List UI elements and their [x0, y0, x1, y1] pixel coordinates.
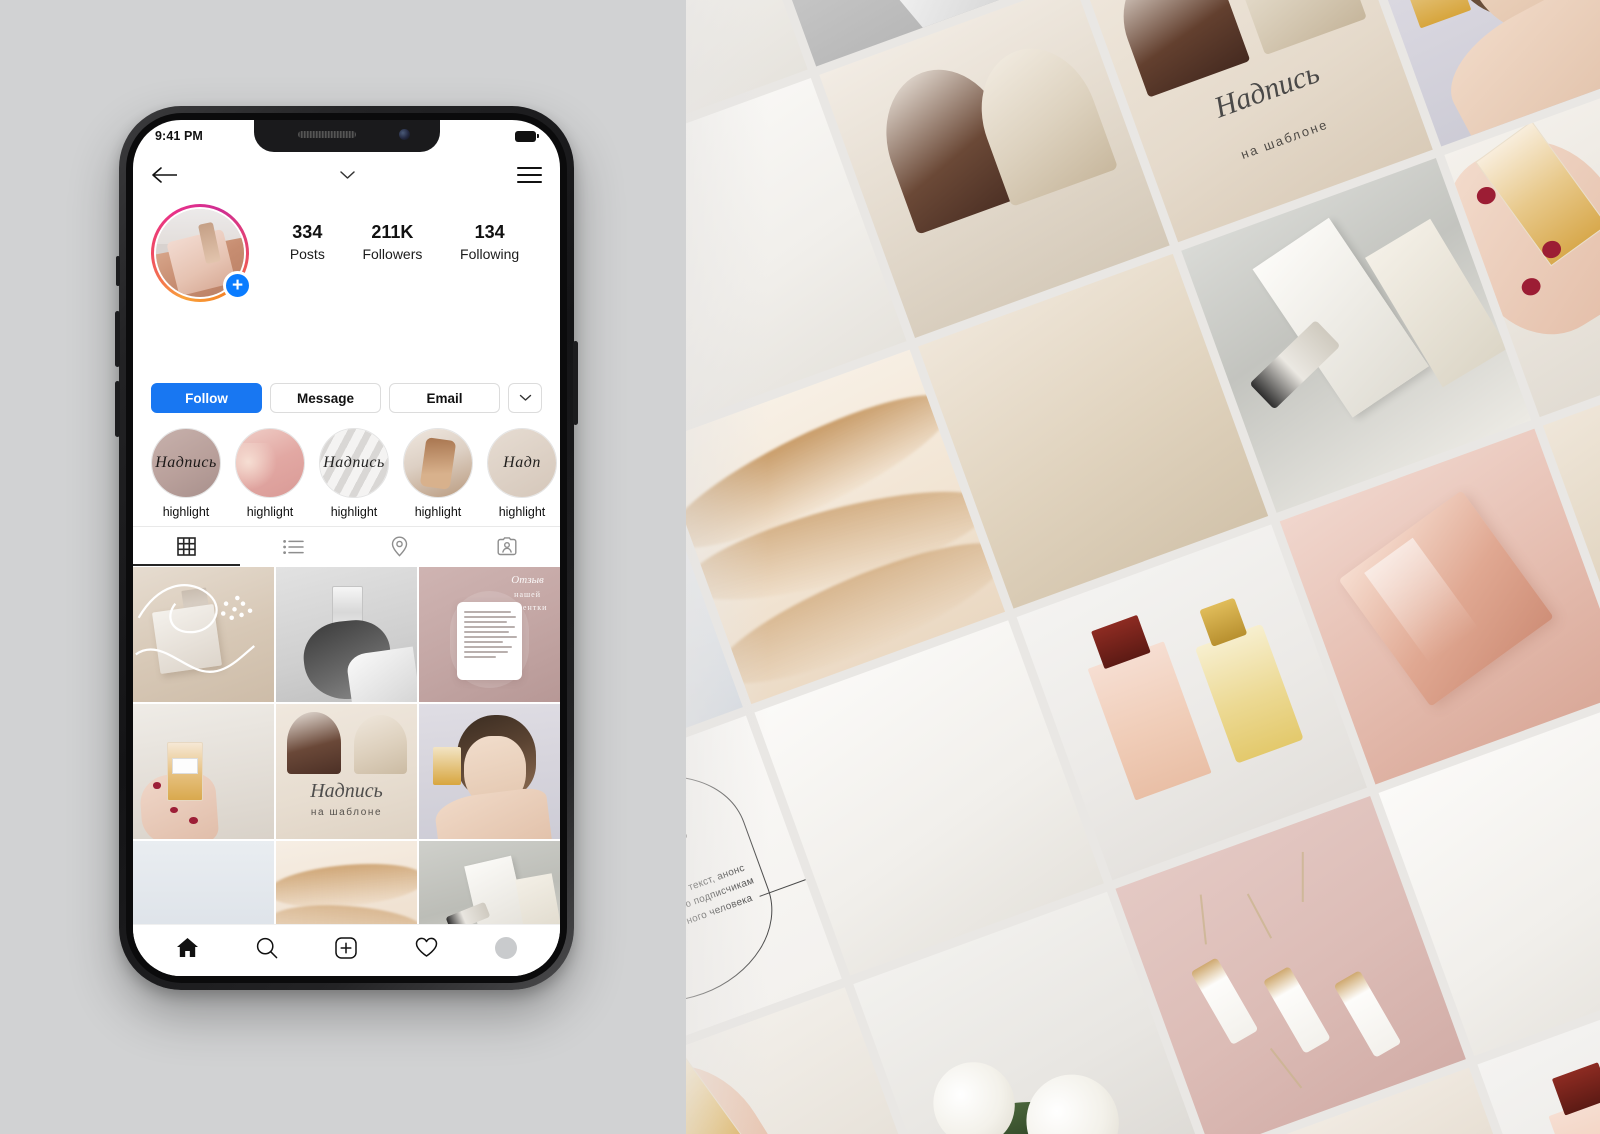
grid-post-title: Надпись [310, 779, 383, 802]
home-icon [176, 938, 198, 957]
grid-post-title: Отзыв [511, 573, 544, 586]
highlight-script-text: Надп [503, 454, 541, 471]
grid-post[interactable]: Надпись на шаблоне [276, 704, 417, 839]
heart-icon [415, 937, 438, 957]
phone-mockup-panel: 9:41 PM + 334 Posts 211K Followers 134 F… [0, 0, 686, 1134]
highlight-label: highlight [414, 505, 462, 519]
phone-notch [253, 120, 440, 152]
hamburger-menu-icon[interactable] [517, 167, 542, 183]
nav-search[interactable] [256, 937, 278, 959]
grid-post[interactable] [133, 567, 274, 702]
highlight-cover [403, 428, 473, 498]
chevron-down-icon[interactable] [339, 170, 356, 180]
highlight-label: highlight [498, 505, 546, 519]
profile-action-buttons: Follow Message Email [133, 383, 560, 413]
stat-following-label: Following [460, 245, 520, 262]
phone-screen: 9:41 PM + 334 Posts 211K Followers 134 F… [133, 120, 560, 976]
highlight-item[interactable]: highlight [235, 428, 305, 519]
volume-up-button[interactable] [115, 311, 120, 367]
nav-create[interactable] [335, 936, 358, 959]
stat-following[interactable]: 134 Following [460, 222, 519, 262]
stat-posts[interactable]: 334 Posts [290, 222, 325, 262]
power-button[interactable] [573, 341, 578, 425]
highlight-item[interactable]: Надпись highlight [319, 428, 389, 519]
profile-stats: 334 Posts 211K Followers 134 Following [249, 204, 542, 262]
tab-location[interactable] [347, 527, 454, 566]
more-options-button[interactable] [508, 383, 542, 413]
highlight-item[interactable]: highlight [403, 428, 473, 519]
highlight-item[interactable]: Надпись highlight [151, 428, 221, 519]
tab-list[interactable] [240, 527, 347, 566]
story-highlights: Надпись highlight highlight Надпись high… [133, 428, 560, 519]
tagged-person-icon [497, 537, 517, 556]
earpiece-speaker-icon [297, 131, 356, 138]
front-camera-icon [398, 129, 410, 140]
grid-post[interactable] [276, 841, 417, 924]
stat-followers-label: Followers [362, 245, 423, 262]
line-doodle-icon [135, 584, 255, 673]
highlight-cover [235, 428, 305, 498]
add-story-button[interactable]: + [223, 271, 252, 300]
highlight-cover: Надп [487, 428, 557, 498]
nav-profile[interactable] [495, 936, 518, 959]
highlight-script-text: Надпись [155, 454, 217, 471]
email-button[interactable]: Email [389, 383, 500, 413]
rotated-image-collage: Отзыв нашей клиентки Надпись н [686, 0, 1600, 1134]
highlight-label: highlight [162, 505, 210, 519]
collage-panel: Отзыв нашей клиентки Надпись н [686, 0, 1600, 1134]
status-indicators [515, 130, 539, 142]
tab-grid[interactable] [133, 527, 240, 566]
silent-switch[interactable] [116, 256, 120, 286]
follow-button[interactable]: Follow [151, 383, 262, 413]
highlight-label: highlight [330, 505, 378, 519]
grid-post[interactable]: Отзыв нашей клиентки [419, 567, 560, 702]
list-icon [282, 539, 304, 554]
battery-full-icon [515, 130, 539, 142]
message-button[interactable]: Message [270, 383, 381, 413]
highlight-item[interactable]: Надп highlight [487, 428, 557, 519]
bottom-navigation [133, 924, 560, 976]
nav-home[interactable] [176, 937, 199, 958]
stat-posts-value: 334 [292, 222, 323, 242]
app-header [133, 152, 560, 198]
status-time: 9:41 PM [155, 129, 203, 143]
testimonial-card [457, 602, 522, 681]
grid-icon [177, 537, 196, 556]
phone-device: 9:41 PM + 334 Posts 211K Followers 134 F… [115, 106, 578, 990]
profile-photo-grid: Отзыв нашей клиентки Надпись на шаблоне [133, 567, 560, 924]
highlight-script-text: Надпись [323, 454, 385, 471]
grid-post[interactable] [419, 704, 560, 839]
screenshot-root: 9:41 PM + 334 Posts 211K Followers 134 F… [0, 0, 1600, 1134]
avatar-icon [495, 936, 518, 959]
location-pin-icon [392, 536, 408, 557]
tab-tagged[interactable] [453, 527, 560, 566]
search-icon [256, 937, 278, 958]
grid-post[interactable] [276, 567, 417, 702]
stat-following-value: 134 [474, 222, 505, 242]
volume-down-button[interactable] [115, 381, 120, 437]
grid-post-subtitle: на шаблоне [310, 806, 383, 818]
stat-posts-label: Posts [289, 245, 325, 262]
highlight-label: highlight [246, 505, 294, 519]
nav-activity[interactable] [415, 937, 438, 958]
avatar[interactable]: + [151, 204, 252, 302]
chevron-down-icon [519, 394, 531, 401]
highlight-cover: Надпись [151, 428, 221, 498]
grid-post[interactable] [419, 841, 560, 924]
stat-followers[interactable]: 211K Followers [362, 222, 422, 262]
highlight-cover: Надпись [319, 428, 389, 498]
profile-summary: + 334 Posts 211K Followers 134 Following [133, 204, 560, 302]
back-arrow-icon[interactable] [151, 166, 177, 184]
profile-tabs [133, 526, 560, 566]
stat-followers-value: 211K [371, 222, 414, 242]
plus-square-icon [335, 936, 358, 959]
grid-post[interactable] [133, 704, 274, 839]
grid-post[interactable] [133, 841, 274, 924]
